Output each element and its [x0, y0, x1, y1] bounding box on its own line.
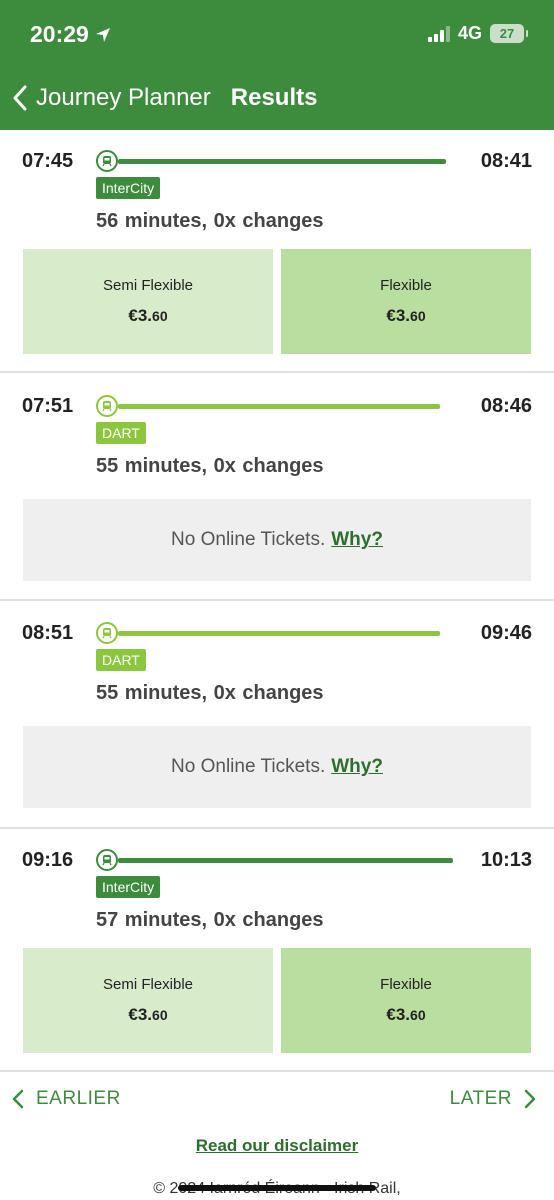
journey-card[interactable]: 07:45 08:41 InterCity 56 minutes, 0x cha… — [0, 130, 554, 373]
signal-icon — [427, 25, 450, 42]
journey-changes: 0x changes — [213, 682, 324, 704]
back-button[interactable]: Journey Planner — [12, 84, 211, 112]
journey-summary: 56 minutes, 0x changes — [96, 210, 324, 233]
train-icon — [96, 150, 118, 172]
fare-semi-flexible[interactable]: Semi Flexible €3.60 — [23, 249, 273, 354]
departure-time: 08:51 — [22, 622, 74, 644]
train-icon — [96, 395, 118, 417]
fare-name: Flexible — [380, 976, 432, 993]
app-header: 20:29 4G 27 Journey Planner Results — [0, 0, 554, 130]
journey-summary: 55 minutes, 0x changes — [96, 682, 324, 705]
chevron-left-icon — [13, 85, 27, 111]
battery-icon: 27 — [490, 24, 528, 43]
chevron-left-icon — [12, 1089, 24, 1109]
departure-time: 07:51 — [22, 395, 74, 417]
journey-duration: 55 minutes, — [96, 682, 208, 704]
later-label: LATER — [449, 1088, 512, 1109]
back-label: Journey Planner — [36, 84, 211, 111]
fare-name: Flexible — [380, 277, 432, 294]
fare-price: €3.60 — [386, 1005, 426, 1024]
why-link[interactable]: Why? — [331, 529, 383, 551]
journey-card[interactable]: 07:51 08:46 DART 55 minutes, 0x changes … — [0, 373, 554, 601]
arrival-time: 10:13 — [480, 849, 532, 871]
disclaimer-link[interactable]: Read our disclaimer — [0, 1136, 554, 1156]
status-time: 20:29 — [30, 21, 111, 48]
journey-changes: 0x changes — [213, 210, 324, 232]
journey-changes: 0x changes — [213, 909, 324, 931]
why-link[interactable]: Why? — [331, 756, 383, 778]
train-icon — [96, 849, 118, 871]
journey-line — [118, 404, 440, 409]
earlier-label: EARLIER — [36, 1088, 121, 1109]
journey-summary: 55 minutes, 0x changes — [96, 455, 324, 478]
journey-duration: 55 minutes, — [96, 455, 208, 477]
location-arrow-icon — [95, 27, 110, 42]
chevron-right-icon — [524, 1089, 536, 1109]
later-button[interactable]: LATER — [450, 1088, 536, 1110]
departure-time: 07:45 — [22, 150, 74, 172]
no-tickets-text: No Online Tickets. — [171, 756, 326, 777]
journey-line — [118, 631, 440, 636]
arrival-time: 08:46 — [480, 395, 532, 417]
arrival-time: 08:41 — [480, 150, 532, 172]
journey-card[interactable]: 08:51 09:46 DART 55 minutes, 0x changes … — [0, 601, 554, 829]
fare-flexible[interactable]: Flexible €3.60 — [281, 948, 531, 1053]
service-badge: DART — [96, 649, 146, 671]
service-badge: InterCity — [96, 876, 161, 898]
fare-name: Semi Flexible — [102, 277, 194, 294]
fare-price: €3.60 — [386, 306, 426, 325]
fare-price: €3.60 — [128, 1005, 168, 1024]
fare-price: €3.60 — [128, 306, 168, 325]
service-badge: DART — [96, 422, 146, 444]
journey-summary: 57 minutes, 0x changes — [96, 909, 324, 932]
results-pager: EARLIER LATER — [0, 1072, 554, 1126]
fare-semi-flexible[interactable]: Semi Flexible €3.60 — [23, 948, 273, 1053]
network-type: 4G — [457, 23, 482, 43]
status-indicators: 4G 27 — [427, 23, 528, 44]
no-online-tickets-notice: No Online Tickets. Why? — [23, 499, 531, 581]
journey-duration: 56 minutes, — [96, 210, 208, 232]
train-icon — [96, 622, 118, 644]
no-online-tickets-notice: No Online Tickets. Why? — [23, 726, 531, 808]
status-clock: 20:29 — [30, 21, 89, 47]
journey-line — [118, 159, 446, 164]
earlier-button[interactable]: EARLIER — [12, 1088, 121, 1110]
departure-time: 09:16 — [22, 849, 74, 871]
page-title: Results — [230, 84, 318, 111]
nav-bar: Journey Planner Results — [0, 70, 554, 126]
no-tickets-text: No Online Tickets. — [171, 529, 326, 550]
service-badge: InterCity — [96, 177, 161, 199]
fare-name: Semi Flexible — [102, 976, 194, 993]
arrival-time: 09:46 — [480, 622, 532, 644]
journey-line — [118, 858, 453, 863]
journey-card[interactable]: 09:16 10:13 InterCity 57 minutes, 0x cha… — [0, 829, 554, 1072]
home-indicator[interactable] — [178, 1185, 376, 1191]
journey-duration: 57 minutes, — [96, 909, 208, 931]
fare-flexible[interactable]: Flexible €3.60 — [281, 249, 531, 354]
battery-level: 27 — [490, 24, 524, 43]
journey-changes: 0x changes — [213, 455, 324, 477]
